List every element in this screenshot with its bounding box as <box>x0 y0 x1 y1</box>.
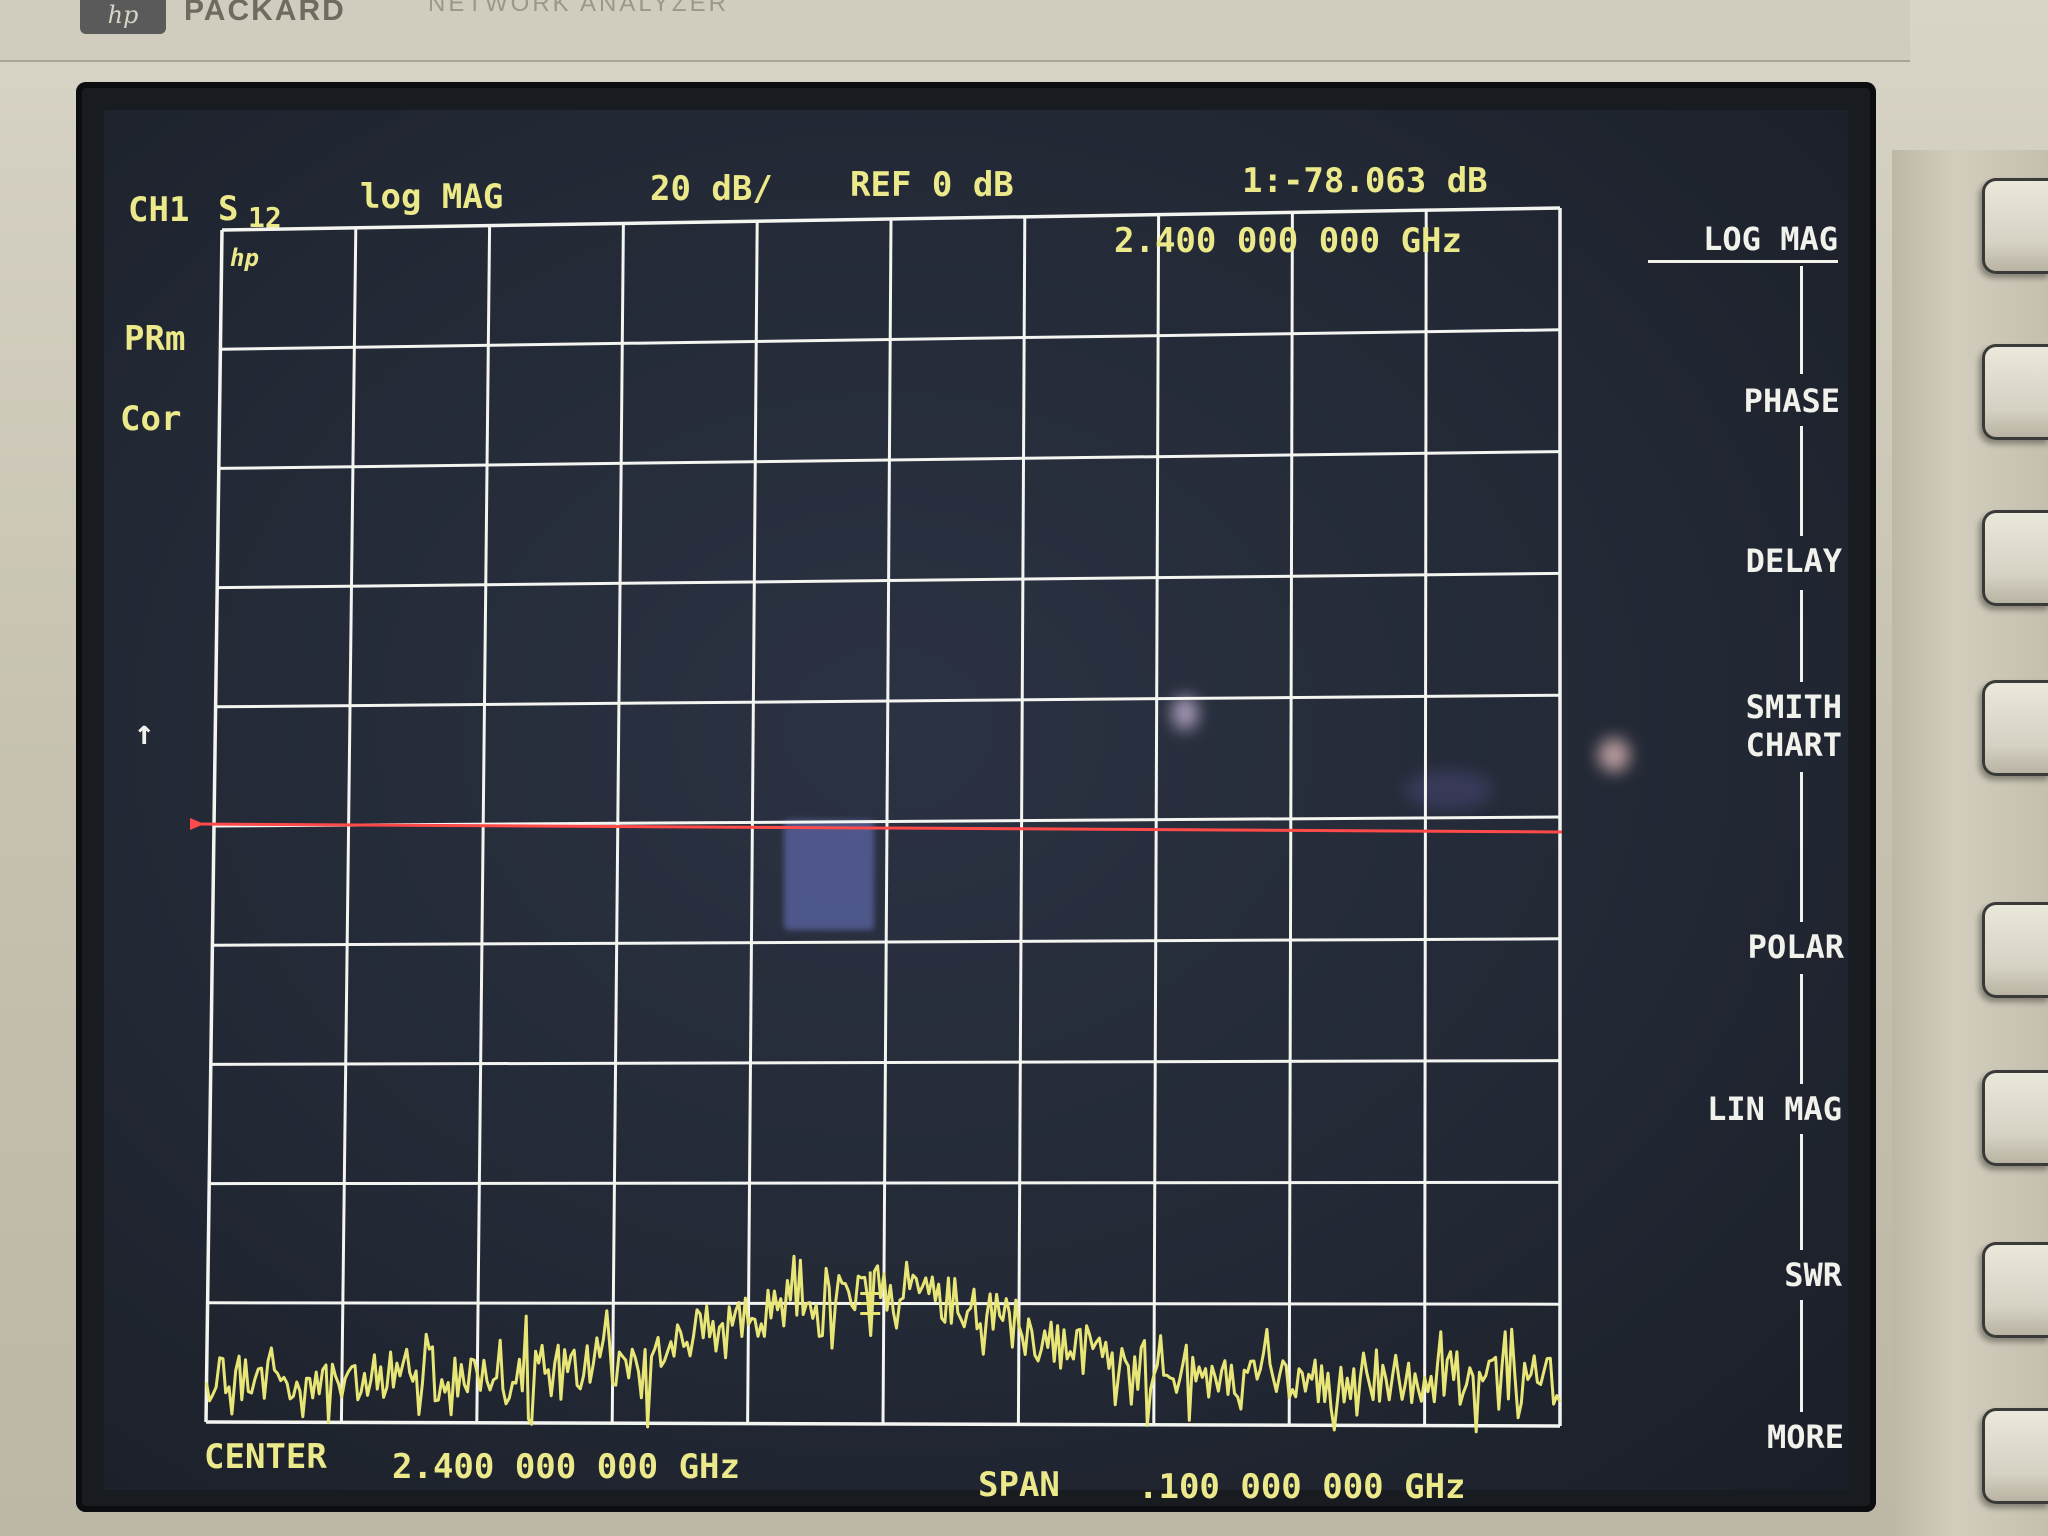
softkey-log-mag[interactable]: LOG MAG <box>1648 220 1838 263</box>
softkey-delay[interactable]: DELAY <box>1648 542 1842 580</box>
softkey-lin-mag[interactable]: LIN MAG <box>1648 1090 1842 1128</box>
format-label: log MAG <box>360 177 504 217</box>
center-frequency: 2.400 000 000 GHz <box>392 1447 740 1487</box>
softkey-divider <box>1800 266 1803 374</box>
hardkey-8[interactable] <box>1982 1408 2048 1504</box>
span-frequency: .100 000 000 GHz <box>1138 1467 1466 1507</box>
grid-lines <box>204 206 1562 1428</box>
hp-screen-mark: hp <box>230 244 259 272</box>
softkey-divider <box>1800 590 1803 682</box>
span-label: SPAN <box>978 1465 1060 1505</box>
hardkey-3[interactable] <box>1982 510 2048 606</box>
prm-annotation: PRm <box>124 319 186 359</box>
softkey-divider <box>1800 1300 1803 1412</box>
scale-label: 20 dB/ <box>650 169 773 209</box>
hardkey-2[interactable] <box>1982 344 2048 440</box>
center-label: CENTER <box>204 1437 327 1477</box>
softkey-divider <box>1800 426 1803 536</box>
hardkey-6[interactable] <box>1982 1070 2048 1166</box>
hardkey-1[interactable] <box>1982 178 2048 274</box>
softkey-smith-chart[interactable]: SMITH CHART <box>1648 688 1842 764</box>
softkey-phase[interactable]: PHASE <box>1648 382 1840 420</box>
softkey-more[interactable]: MORE <box>1648 1418 1844 1456</box>
parameter-subscript: 12 <box>248 201 282 234</box>
softkey-divider <box>1800 974 1803 1084</box>
grid-horizontal-line <box>205 1420 1561 1428</box>
hardkey-4[interactable] <box>1982 680 2048 776</box>
softkey-polar[interactable]: POLAR <box>1648 928 1844 966</box>
parameter-label: S <box>218 189 239 229</box>
reference-marker-icon <box>190 818 204 830</box>
hardkey-7[interactable] <box>1982 1242 2048 1338</box>
grid-horizontal-line <box>207 1301 1561 1306</box>
channel-label: CH1 <box>128 190 190 230</box>
hardkey-5[interactable] <box>1982 902 2048 998</box>
softkey-divider <box>1800 772 1803 922</box>
ref-arrow-icon: ↑ <box>134 713 155 753</box>
marker-value: 1:-78.063 dB <box>1242 161 1488 201</box>
reference-line <box>195 822 1563 834</box>
correction-annotation: Cor <box>120 399 182 439</box>
grid-horizontal-line <box>209 1180 1561 1186</box>
softkey-swr[interactable]: SWR <box>1648 1256 1842 1294</box>
reference-label: REF 0 dB <box>850 165 1014 205</box>
grid-horizontal-line <box>210 1059 1561 1066</box>
marker-frequency: 2.400 000 000 GHz <box>1114 221 1462 261</box>
softkey-divider <box>1800 1134 1803 1250</box>
